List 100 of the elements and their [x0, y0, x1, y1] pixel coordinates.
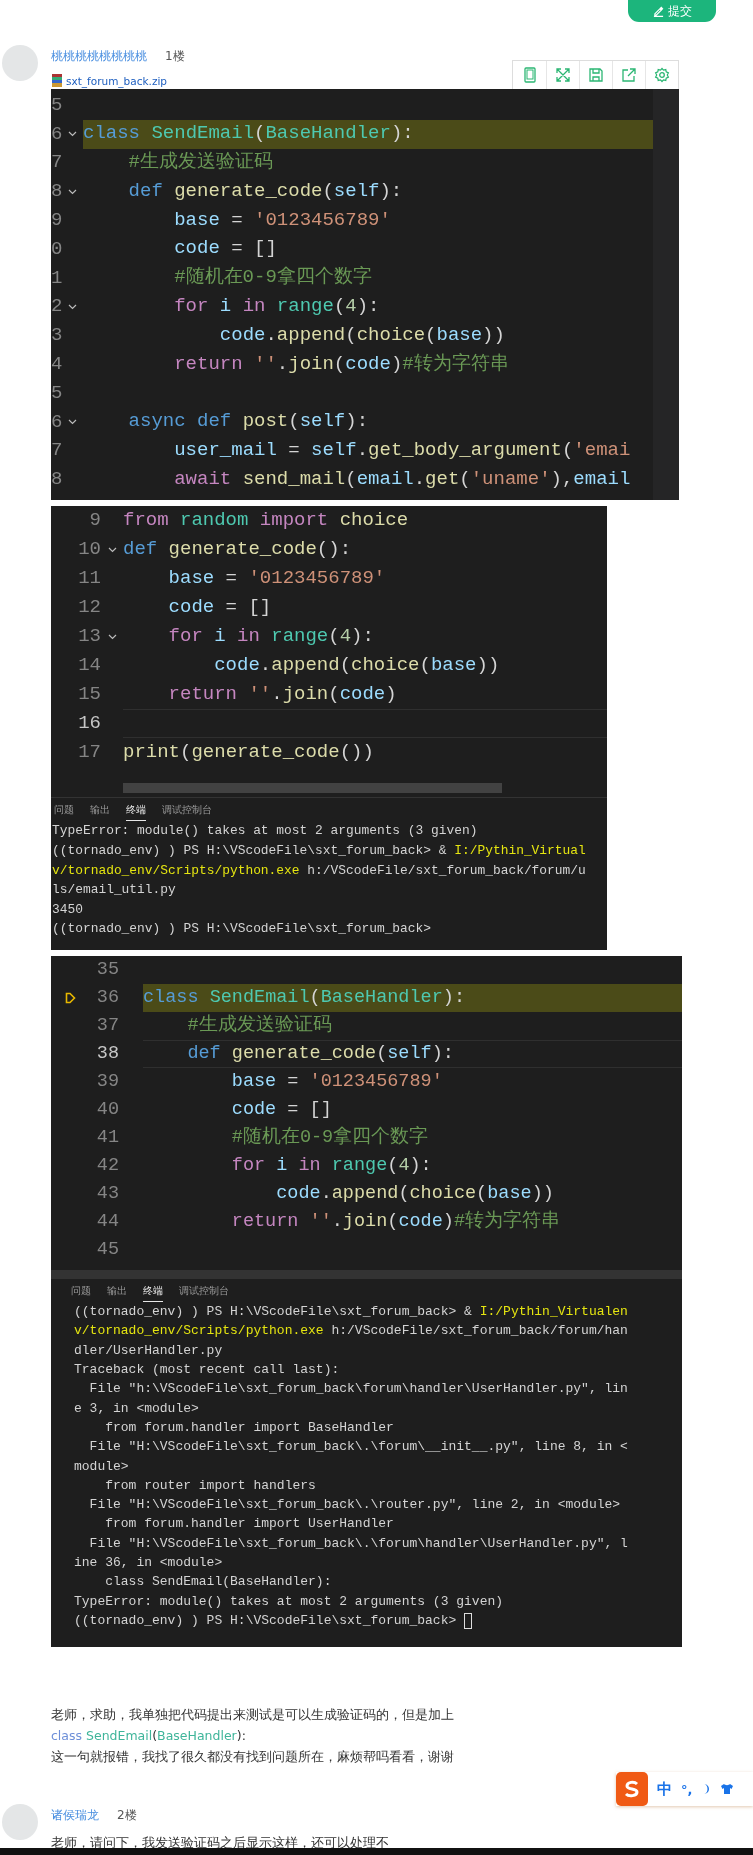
line-number: 7	[51, 153, 63, 173]
code-line: base = '0123456789'	[167, 567, 386, 590]
terminal-line: class SendEmail(BaseHandler):	[104, 1575, 332, 1591]
terminal-line: File "h:\VScodeFile\sxt_forum_back\forum\handler\UserHandler.py", lin	[88, 1382, 628, 1398]
line-number: 43	[96, 1184, 119, 1204]
terminal-line: 3450	[52, 902, 83, 918]
panel-tab[interactable]: 终端	[126, 799, 146, 821]
code-line: class SendEmail(BaseHandler):	[143, 987, 465, 1009]
panel-tab[interactable]: 终端	[143, 1280, 163, 1302]
chevron-down-icon[interactable]	[107, 546, 117, 553]
scrollbar[interactable]	[123, 783, 502, 793]
line-number: 7	[51, 441, 63, 461]
terminal-line: from forum.handler import BaseHandler	[104, 1420, 394, 1436]
code-line: code.append(choice(base))	[213, 654, 500, 677]
code-line: await send_mail(email.get('uname'),email	[173, 468, 631, 491]
code-line: #随机在0-9拿四个数字	[230, 1127, 429, 1149]
line-number: 9	[51, 211, 63, 231]
panel-tab[interactable]: 输出	[90, 799, 110, 821]
code-line: return ''.join(code)#转为字符串	[173, 353, 509, 376]
code-line: def generate_code(self):	[186, 1043, 454, 1065]
panel-tab[interactable]: 调试控制台	[179, 1280, 229, 1302]
avatar	[2, 45, 38, 81]
line-number: 14	[78, 656, 101, 675]
line-number: 1	[51, 268, 63, 288]
code-line: #生成发送验证码	[127, 152, 273, 174]
line-number: 5	[51, 95, 63, 115]
terminal-line: v/tornado_env/Scripts/python.exe h:/VScodeFile/sxt_forum_back/forum/han	[74, 1324, 628, 1340]
line-number: 41	[96, 1128, 119, 1148]
line-number: 10	[78, 540, 101, 559]
chevron-down-icon[interactable]	[68, 303, 78, 310]
line-number: 40	[96, 1100, 119, 1120]
code-line: return ''.join(code)#转为字符串	[230, 1211, 561, 1233]
attachment-link[interactable]: sxt_forum_back.zip	[66, 74, 167, 87]
line-number: 0	[51, 239, 63, 259]
archive-icon	[51, 74, 63, 87]
terminal-line: ((tornado_env) ) PS H:\VScodeFile\sxt_forum_back> & I:/Pythin_Virtual	[52, 843, 586, 859]
line-number: 38	[96, 1044, 119, 1064]
panel-tab[interactable]: 输出	[107, 1280, 127, 1302]
code-line: code.append(choice(base))	[275, 1183, 554, 1205]
author-link[interactable]: 诸侯瑞龙	[51, 1807, 99, 1823]
code-line: for i in range(4):	[167, 625, 374, 648]
code-line: base = '0123456789'	[230, 1071, 443, 1093]
line-number: 42	[96, 1156, 119, 1176]
code-line: def generate_code():	[123, 538, 352, 561]
panel-tab[interactable]: 调试控制台	[162, 799, 212, 821]
terminal-line: TypeError: module() takes at most 2 arguments (3 given)	[74, 1594, 504, 1610]
terminal-line: v/tornado_env/Scripts/python.exe h:/VScodeFile/sxt_forum_back/forum/u	[52, 863, 586, 879]
chevron-down-icon[interactable]	[68, 131, 78, 138]
line-number: 8	[51, 182, 63, 202]
code-line: class SendEmail(BaseHandler):	[83, 123, 414, 146]
terminal-line: from router import handlers	[104, 1478, 316, 1494]
punctuation-toggle[interactable]: °,	[681, 1781, 693, 1797]
chevron-down-icon[interactable]	[107, 633, 117, 640]
code-line: #生成发送验证码	[186, 1015, 332, 1037]
terminal-line: from forum.handler import UserHandler	[104, 1517, 394, 1533]
line-number: 6	[51, 124, 63, 144]
terminal-line: File "H:\VScodeFile\sxt_forum_back\.\forum\__init__.py", line 8, in <	[88, 1440, 628, 1456]
shirt-icon[interactable]	[720, 1783, 735, 1795]
floor-number: 1楼	[165, 47, 185, 65]
line-number: 4	[51, 355, 63, 375]
terminal-line: File "H:\VScodeFile\sxt_forum_back\.\router.py", line 2, in <module>	[88, 1498, 621, 1514]
panel-tab[interactable]: 问题	[54, 799, 74, 821]
terminal-line: e 3, in <module>	[74, 1401, 199, 1417]
line-number: 11	[78, 569, 101, 588]
chevron-down-icon[interactable]	[68, 188, 78, 195]
terminal-line: ((tornado_env) ) PS H:\VScodeFile\sxt_forum_back> & I:/Pythin_Virtualen	[74, 1305, 628, 1321]
code-line: def generate_code(self):	[127, 180, 403, 203]
panel-tab[interactable]: 问题	[71, 1280, 91, 1302]
line-number: 36	[96, 988, 119, 1008]
chevron-down-icon[interactable]	[68, 419, 78, 426]
code-line: code = []	[167, 596, 272, 619]
code-line: from random import choice	[123, 509, 409, 532]
line-number: 37	[96, 1016, 119, 1036]
language-toggle[interactable]: 中	[657, 1779, 672, 1799]
author-link[interactable]: 桃桃桃桃桃桃桃桃	[51, 48, 147, 64]
pencil-icon	[652, 5, 664, 17]
terminal-line: module>	[74, 1459, 129, 1475]
terminal-line: ine 36, in <module>	[74, 1556, 223, 1571]
code-line: base = '0123456789'	[173, 209, 391, 232]
message-text: class SendEmail(BaseHandler):	[51, 1727, 247, 1744]
code-line: code = []	[173, 238, 277, 261]
terminal-line: File "H:\VScodeFile\sxt_forum_back\.\forum\handler\UserHandler.py", l	[88, 1536, 628, 1552]
floor-number: 2楼	[117, 1806, 137, 1824]
line-number: 45	[96, 1240, 119, 1260]
code-line: code = []	[230, 1099, 332, 1121]
line-number: 15	[78, 685, 101, 704]
line-number: 12	[78, 598, 101, 617]
code-line: code.append(choice(base))	[218, 324, 505, 347]
line-number: 9	[89, 511, 101, 530]
terminal-line: ls/email_util.py	[52, 883, 176, 898]
terminal-line: ((tornado_env) ) PS H:\VScodeFile\sxt_forum_back>	[52, 922, 432, 938]
code-line: for i in range(4):	[173, 296, 380, 318]
line-number: 16	[78, 714, 101, 733]
code-line: return ''.join(code)	[167, 683, 397, 706]
terminal-line: TypeError: module() takes at most 2 arguments (3 given)	[52, 824, 478, 840]
code-line: for i in range(4):	[230, 1155, 432, 1177]
line-number: 3	[51, 326, 63, 346]
debug-arrow-icon	[65, 992, 76, 1004]
message-text: 这一句就报错，我找了很久都没有找到问题所在，麻烦帮吗看看，谢谢	[51, 1748, 455, 1765]
code-line: print(generate_code())	[123, 741, 374, 764]
